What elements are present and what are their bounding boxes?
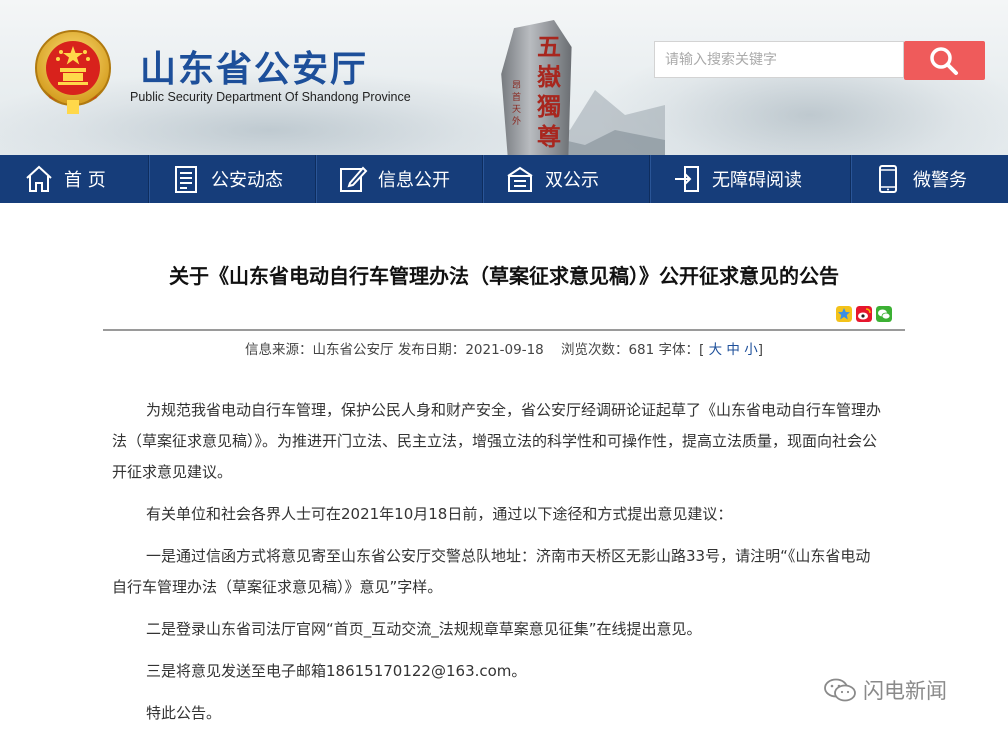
edit-icon [338, 164, 368, 194]
title-divider [103, 329, 905, 331]
site-header: 山东省公安厅 Public Security Department Of Sha… [0, 0, 1008, 155]
carved-stone-illustration: 五嶽獨尊 昂首天外 [498, 20, 578, 155]
nav-item-micro-police[interactable]: 微警务 [873, 155, 967, 203]
accessibility-icon [672, 164, 702, 194]
article-meta: 信息来源：山东省公安厅 发布日期：2021-09-18 浏览次数：681 字体：… [0, 338, 1008, 358]
nav-label-micro-police: 微警务 [913, 170, 967, 191]
font-size-large-link[interactable]: 大 [709, 342, 723, 358]
article-paragraph: 有关单位和社会各界人士可在2021年10月18日前，通过以下途径和方式提出意见建… [146, 505, 733, 523]
stone-inscription: 五嶽獨尊 [537, 32, 561, 151]
stone-small-inscription: 昂首天外 [512, 81, 522, 127]
nav-label-info-disclosure: 信息公开 [378, 170, 450, 191]
date-value: 2021-09-18 [465, 342, 544, 358]
nav-item-accessible-reading[interactable]: 无障碍阅读 [672, 155, 802, 203]
search-icon [930, 47, 958, 75]
article-body: 为规范我省电动自行车管理，保护公民人身和财产安全，省公安厅经调研论证起草了《山东… [112, 395, 884, 740]
nav-label-accessible-reading: 无障碍阅读 [712, 170, 802, 191]
nav-item-police-news[interactable]: 公安动态 [171, 155, 283, 203]
font-bracket-open: [ [699, 342, 705, 358]
search-box [654, 41, 904, 78]
weibo-share-icon[interactable] [856, 306, 872, 322]
main-nav: 首 页 公安动态 信息公开 双公示 无障碍阅读 微警务 [0, 155, 1008, 203]
font-size-medium-link[interactable]: 中 [726, 342, 740, 358]
article-paragraph: 为规范我省电动自行车管理，保护公民人身和财产安全，省公安厅经调研论证起草了《山东… [112, 401, 882, 481]
news-icon [171, 164, 201, 194]
share-bar [836, 306, 892, 324]
qzone-share-icon[interactable] [836, 306, 852, 322]
emblem-logo[interactable] [34, 28, 112, 118]
article-paragraph: 三是将意见发送至电子邮箱18615170122@163.com。 [146, 662, 527, 680]
date-label: 发布日期： [397, 342, 466, 358]
home-icon [24, 164, 54, 194]
font-bracket-close: ] [757, 342, 763, 358]
wechat-share-icon[interactable] [876, 306, 892, 322]
views-value: 681 [628, 342, 655, 358]
nav-item-info-disclosure[interactable]: 信息公开 [338, 155, 450, 203]
site-title: 山东省公安厅 [140, 49, 369, 90]
mobile-icon [873, 164, 903, 194]
font-size-small-link[interactable]: 小 [744, 342, 758, 358]
source-label: 信息来源： [245, 342, 313, 358]
search-button[interactable] [904, 41, 985, 80]
search-input[interactable] [655, 42, 895, 77]
article-paragraph: 特此公告。 [146, 704, 222, 722]
article-title: 关于《山东省电动自行车管理办法（草案征求意见稿）》公开征求意见的公告 [169, 264, 839, 288]
article-paragraph: 一是通过信函方式将意见寄至山东省公安厅交警总队地址：济南市天桥区无影山路33号，… [112, 547, 871, 596]
inbox-icon [505, 164, 535, 194]
nav-label-dual-publicity: 双公示 [545, 170, 599, 191]
wechat-watermark-icon [824, 678, 856, 702]
nav-item-dual-publicity[interactable]: 双公示 [505, 155, 599, 203]
nav-item-home[interactable]: 首 页 [24, 155, 106, 203]
font-label: 字体： [658, 342, 700, 358]
watermark: 闪电新闻 [823, 675, 947, 705]
watermark-text: 闪电新闻 [863, 679, 947, 703]
article-paragraph: 二是登录山东省司法厅官网“首页_互动交流_法规规章草案意见征集”在线提出意见。 [146, 620, 702, 638]
site-subtitle: Public Security Department Of Shandong P… [130, 90, 411, 104]
source-value: 山东省公安厅 [312, 342, 394, 358]
views-label: 浏览次数： [560, 342, 629, 358]
nav-label-home: 首 页 [64, 170, 106, 191]
nav-label-police-news: 公安动态 [211, 170, 283, 191]
